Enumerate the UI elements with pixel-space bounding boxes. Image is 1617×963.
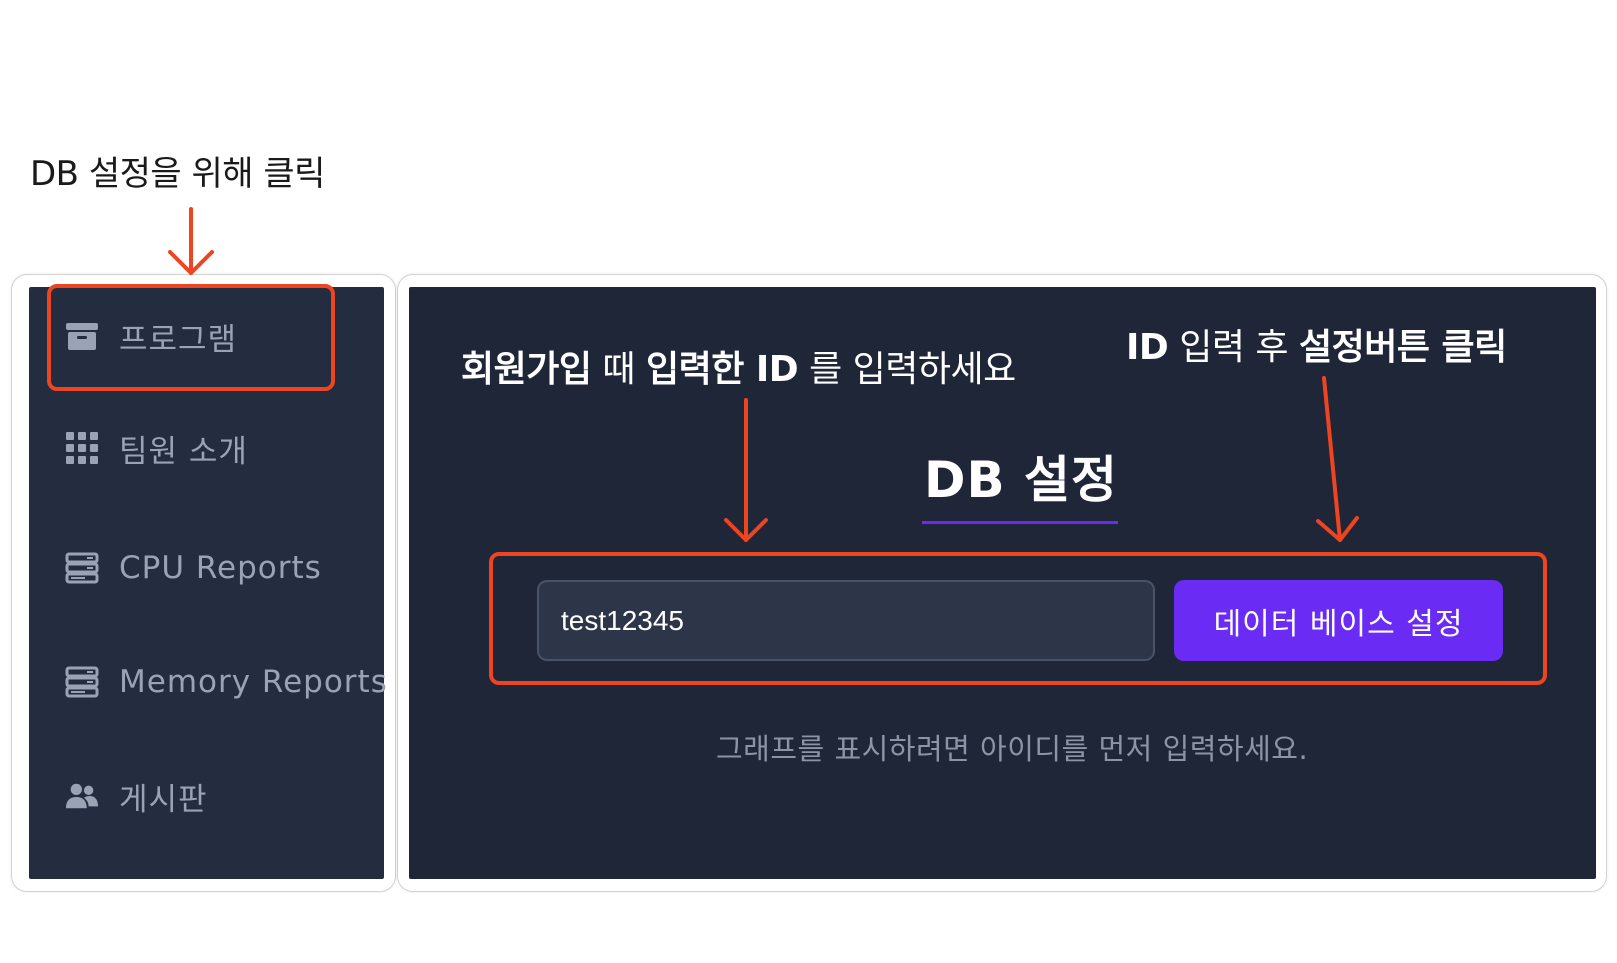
tutorial-screenshot: DB 설정을 위해 클릭 프로그램 팀원 소개 CPU Reports Memo… (0, 0, 1617, 963)
sidebar-item-program[interactable]: 프로그램 (29, 306, 384, 366)
title-underline (922, 521, 1118, 524)
grid-icon (65, 431, 99, 465)
annotation-text: ID (1126, 327, 1169, 368)
server-icon (65, 665, 99, 699)
annotation-text: 입력 후 (1168, 327, 1299, 368)
sidebar-item-team[interactable]: 팀원 소개 (29, 418, 384, 478)
sidebar-item-memory-reports[interactable]: Memory Reports (29, 652, 387, 712)
users-icon (65, 779, 99, 813)
annotation-text: 때 (591, 349, 646, 390)
annotation-text: 회원가입 (461, 349, 592, 390)
archive-box-icon (65, 319, 99, 353)
arrow-down-icon (168, 207, 214, 275)
sidebar-item-cpu-reports[interactable]: CPU Reports (29, 538, 384, 598)
sidebar-item-label: 팀원 소개 (119, 433, 248, 470)
page-title: DB 설정 (924, 451, 1119, 509)
hint-text: 그래프를 표시하려면 아이디를 먼저 입력하세요. (716, 732, 1309, 766)
annotation-text: 입력한 ID (646, 349, 799, 390)
db-id-input[interactable] (537, 580, 1155, 661)
annotation-enter-id: 회원가입 때 입력한 ID 를 입력하세요 (461, 340, 1016, 392)
sidebar-item-label: CPU Reports (119, 550, 322, 586)
annotation-text: 를 입력하세요 (798, 349, 1016, 390)
sidebar-item-label: Memory Reports (119, 664, 388, 700)
top-instruction-caption: DB 설정을 위해 클릭 (30, 154, 325, 194)
annotation-click-button: ID 입력 후 설정버튼 클릭 (1126, 318, 1507, 370)
server-icon (65, 551, 99, 585)
sidebar-item-label: 게시판 (119, 781, 208, 818)
annotation-text: 설정버튼 클릭 (1298, 327, 1507, 368)
set-database-button[interactable]: 데이터 베이스 설정 (1174, 580, 1503, 661)
sidebar-item-board[interactable]: 게시판 (29, 766, 384, 826)
sidebar-item-label: 프로그램 (119, 321, 238, 358)
